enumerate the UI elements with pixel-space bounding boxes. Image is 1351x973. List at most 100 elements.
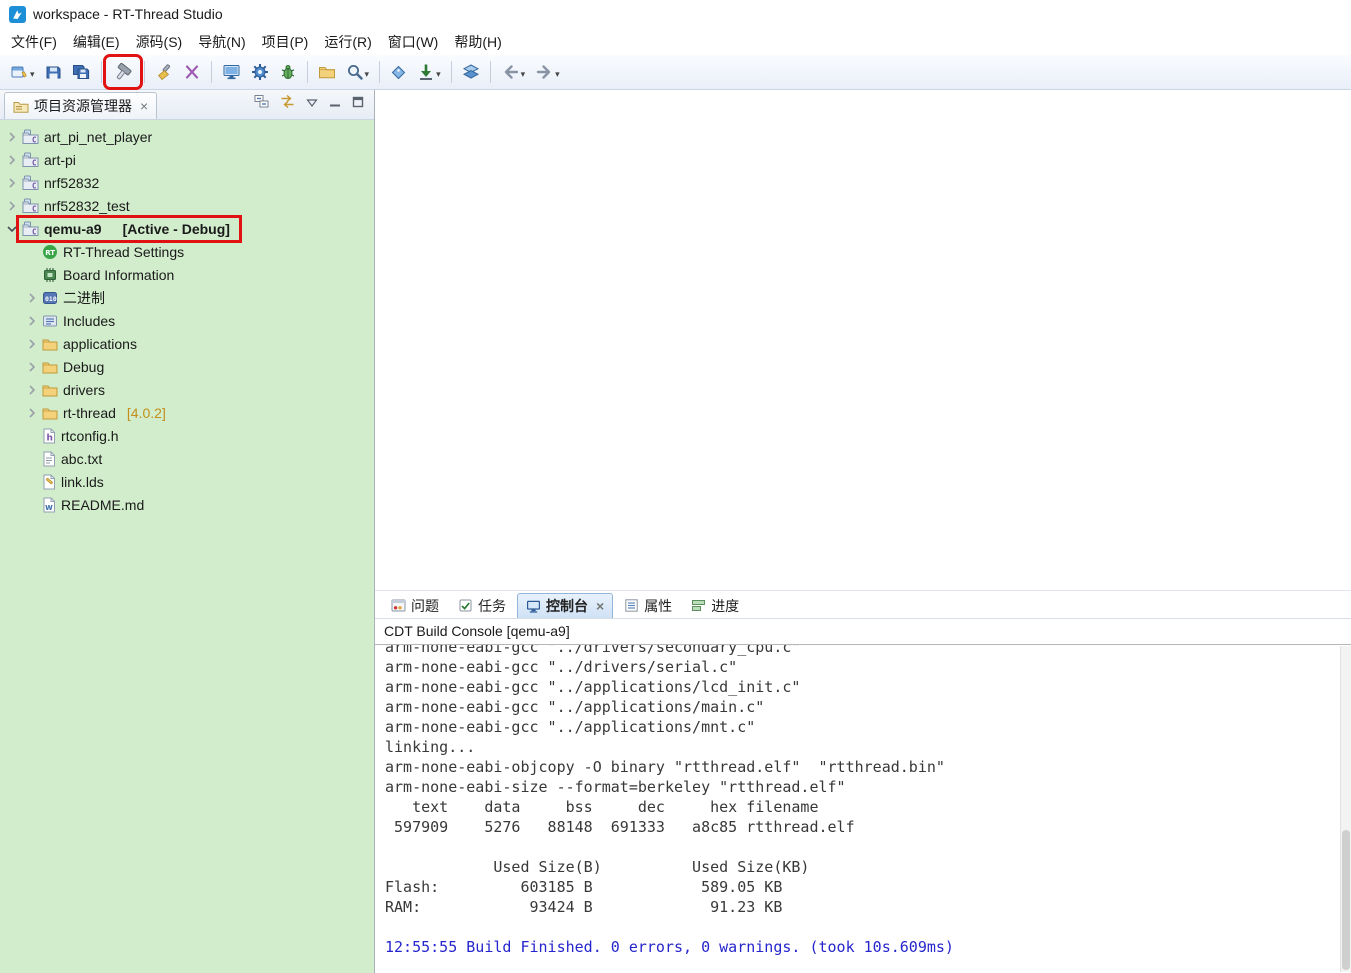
back-button-dropdown-icon[interactable] — [520, 64, 526, 80]
cut-button[interactable] — [178, 58, 206, 86]
forward-button-dropdown-icon[interactable] — [554, 64, 560, 80]
link-with-editor-button[interactable] — [280, 94, 295, 112]
close-icon[interactable] — [596, 599, 604, 613]
tree-item-applications[interactable]: applications — [0, 332, 374, 355]
tree-item-link-lds[interactable]: link.lds — [0, 470, 374, 493]
console-scrollbar-thumb[interactable] — [1342, 830, 1350, 970]
download-button[interactable] — [412, 58, 446, 86]
new-button[interactable] — [5, 58, 40, 86]
tree-item-board-information[interactable]: Board Information — [0, 263, 374, 286]
tab-label: 项目资源管理器 — [34, 96, 132, 116]
tab-properties[interactable]: 属性 — [616, 593, 680, 618]
tab-progress[interactable]: 进度 — [683, 593, 747, 618]
search-button[interactable] — [341, 58, 375, 86]
chevron-collapsed-icon[interactable] — [4, 198, 20, 214]
problems-icon — [391, 598, 406, 613]
md-file-icon: w — [42, 497, 56, 513]
menu-file[interactable]: 文件(F) — [3, 28, 65, 56]
board-icon — [42, 267, 58, 283]
chevron-collapsed-icon[interactable] — [24, 405, 40, 421]
tree-item-label: Debug — [63, 359, 104, 375]
tree-item-art-pi[interactable]: Cart-pi — [0, 148, 374, 171]
minimize-button[interactable] — [329, 95, 341, 111]
tree-item-abc-txt[interactable]: abc.txt — [0, 447, 374, 470]
tree-item-qemu-a9[interactable]: Cqemu-a9[Active - Debug] — [0, 217, 374, 240]
hammer-icon — [112, 61, 134, 83]
tab-tasks[interactable]: 任务 — [450, 593, 514, 618]
chevron-expanded-icon[interactable] — [4, 221, 20, 237]
menu-window[interactable]: 窗口(W) — [380, 28, 447, 56]
tree-item-rt-thread-settings[interactable]: RTRT-Thread Settings — [0, 240, 374, 263]
tab-project-explorer[interactable]: 项目资源管理器 — [4, 92, 157, 119]
menu-source[interactable]: 源码(S) — [128, 28, 191, 56]
collapse-all-button[interactable] — [254, 94, 269, 112]
chevron-collapsed-icon[interactable] — [4, 175, 20, 191]
terminal-button[interactable] — [457, 58, 485, 86]
svg-text:010: 010 — [45, 295, 57, 303]
new-button-dropdown-icon[interactable] — [29, 64, 35, 80]
forward-button[interactable] — [530, 58, 565, 86]
chevron-collapsed-icon[interactable] — [24, 336, 40, 352]
chevron-collapsed-icon[interactable] — [4, 129, 20, 145]
menu-run[interactable]: 运行(R) — [316, 28, 379, 56]
tree-item-binaries[interactable]: 010二进制 — [0, 286, 374, 309]
project-icon: C — [22, 152, 39, 168]
close-icon[interactable] — [140, 99, 148, 113]
console-line: arm-none-eabi-gcc "../applications/main.… — [385, 697, 1335, 717]
maximize-icon — [352, 96, 364, 108]
view-menu-icon — [306, 98, 318, 108]
tree-item-nrf52832[interactable]: Cnrf52832 — [0, 171, 374, 194]
maximize-button[interactable] — [352, 95, 364, 111]
tree-item-label: drivers — [63, 382, 105, 398]
tree-item-debug[interactable]: Debug — [0, 355, 374, 378]
tag-button[interactable] — [385, 58, 412, 86]
chevron-collapsed-icon[interactable] — [4, 152, 20, 168]
menu-navigate[interactable]: 导航(N) — [190, 28, 253, 56]
link-editor-icon — [280, 94, 295, 109]
console-scrollbar[interactable] — [1340, 646, 1351, 972]
tab-console[interactable]: 控制台 — [517, 593, 613, 618]
clean-button[interactable] — [150, 58, 178, 86]
tree-item-drivers[interactable]: drivers — [0, 378, 374, 401]
view-menu-button[interactable] — [306, 95, 318, 111]
chevron-collapsed-icon[interactable] — [24, 313, 40, 329]
save-all-button[interactable] — [67, 58, 96, 86]
menu-edit[interactable]: 编辑(E) — [65, 28, 128, 56]
tree-item-rtconfig-h[interactable]: hrtconfig.h — [0, 424, 374, 447]
tasks-icon — [458, 598, 473, 613]
tab-problems[interactable]: 问题 — [383, 593, 447, 618]
tree-item-nrf52832-test[interactable]: Cnrf52832_test — [0, 194, 374, 217]
chevron-collapsed-icon[interactable] — [24, 359, 40, 375]
app-logo-icon — [9, 6, 26, 23]
gear-icon — [251, 63, 269, 81]
console-line: arm-none-eabi-gcc "../applications/mnt.c… — [385, 717, 1335, 737]
chevron-spacer — [24, 451, 40, 467]
chevron-collapsed-icon[interactable] — [24, 382, 40, 398]
tree-item-art-pi-net-player[interactable]: Cart_pi_net_player — [0, 125, 374, 148]
back-button[interactable] — [496, 58, 531, 86]
console-line: arm-none-eabi-gcc "../applications/lcd_i… — [385, 677, 1335, 697]
menu-help[interactable]: 帮助(H) — [446, 28, 509, 56]
tree-item-includes[interactable]: Includes — [0, 309, 374, 332]
packages-button[interactable] — [313, 58, 341, 86]
text-file-icon — [42, 451, 56, 467]
tree-item-rt-thread[interactable]: rt-thread[4.0.2] — [0, 401, 374, 424]
svg-text:C: C — [32, 227, 37, 236]
rt-settings-button[interactable] — [246, 58, 274, 86]
save-button[interactable] — [40, 58, 67, 86]
svg-text:C: C — [32, 204, 37, 213]
console-panel: 问题任务控制台属性进度 CDT Build Console [qemu-a9] … — [375, 590, 1351, 973]
build-button[interactable] — [107, 58, 139, 86]
chevron-collapsed-icon[interactable] — [24, 290, 40, 306]
tree-item-content: Cnrf52832 — [20, 173, 107, 193]
chevron-spacer — [24, 474, 40, 490]
console-line: Flash: 603185 B 589.05 KB — [385, 877, 1335, 897]
tree-item-content: Includes — [40, 311, 123, 331]
search-button-dropdown-icon[interactable] — [364, 64, 370, 80]
window-title: workspace - RT-Thread Studio — [33, 6, 223, 22]
sdk-manager-button[interactable] — [217, 58, 246, 86]
download-button-dropdown-icon[interactable] — [435, 64, 441, 80]
tree-item-readme-md[interactable]: wREADME.md — [0, 493, 374, 516]
menu-project[interactable]: 项目(P) — [254, 28, 317, 56]
debug-button[interactable] — [274, 58, 302, 86]
